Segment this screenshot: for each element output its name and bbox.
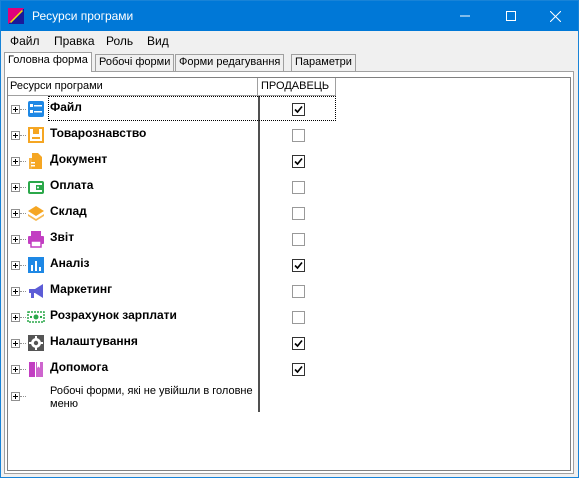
expand-toggle-icon[interactable] [11,339,20,348]
close-button[interactable] [532,1,578,31]
tree-row-label: Товарознавство [50,126,147,140]
permission-checkbox[interactable] [292,363,305,376]
tree-row[interactable]: Документ [8,148,408,174]
printer-icon [28,231,44,248]
tree-connector [20,161,26,162]
tab-strip: Головна форма Робочі форми Форми редагув… [1,51,578,72]
tree-connector [20,187,26,188]
tab-edit-forms[interactable]: Форми редагування [175,54,285,71]
app-window: Ресурси програми Файл Правка Роль Вид Го… [0,0,579,478]
maximize-icon [506,11,516,21]
tree-connector [20,239,26,240]
tree-row-label: Налаштування [50,334,138,348]
tree-connector [20,396,26,397]
tree-row[interactable]: Маркетинг [8,278,408,304]
wallet-icon [28,181,44,194]
permissions-grid[interactable]: Ресурси програми ПРОДАВЕЦЬ Файл Товарозна… [7,77,571,471]
tab-main-form[interactable]: Головна форма [4,52,92,72]
permission-checkbox[interactable] [292,207,305,220]
tab-work-forms[interactable]: Робочі форми [95,54,175,71]
app-logo-icon [8,8,24,24]
checkmark-icon [294,365,303,374]
tree-row[interactable]: Звіт [8,226,408,252]
tree-row-label: Робочі форми, які не увійшли в головне м… [50,385,253,410]
expand-toggle-icon[interactable] [11,365,20,374]
tab-parameters[interactable]: Параметри [291,54,356,71]
tree-connector [20,265,26,266]
document-icon [29,153,42,169]
title-bar[interactable]: Ресурси програми [1,1,578,31]
close-icon [549,10,561,22]
help-book-icon [29,362,43,377]
tree-row-label: Файл [50,100,82,114]
expand-toggle-icon[interactable] [11,392,20,401]
tree-row[interactable]: Налаштування [8,330,408,356]
gear-icon [28,335,44,351]
expand-toggle-icon[interactable] [11,287,20,296]
permission-checkbox[interactable] [292,285,305,298]
menu-file[interactable]: Файл [10,34,40,48]
expand-toggle-icon[interactable] [11,105,20,114]
tree-row-label: Розрахунок зарплати [50,308,177,322]
banknote-icon [27,311,45,323]
tree-row-label: Склад [50,204,87,218]
minimize-icon [460,15,470,17]
tree-row-label: Звіт [50,230,75,244]
tree-connector [20,213,26,214]
expand-toggle-icon[interactable] [11,235,20,244]
permission-checkbox[interactable] [292,311,305,324]
checkmark-icon [294,105,303,114]
column-header-role[interactable]: ПРОДАВЕЦЬ [258,78,336,96]
permission-checkbox[interactable] [292,155,305,168]
permission-checkbox[interactable] [292,259,305,272]
checkmark-icon [294,157,303,166]
tree-row-label: Допомога [50,360,109,374]
permission-checkbox[interactable] [292,129,305,142]
expand-toggle-icon[interactable] [11,261,20,270]
tree-connector [20,109,26,110]
warehouse-layers-icon [28,206,44,221]
menu-bar: Файл Правка Роль Вид [1,31,578,51]
tree-row[interactable]: Аналіз [8,252,408,278]
tree-row-label: Аналіз [50,256,90,270]
tree-connector [20,291,26,292]
bar-chart-icon [28,257,44,273]
goods-box-icon [28,127,44,143]
permission-checkbox[interactable] [292,103,305,116]
expand-toggle-icon[interactable] [11,157,20,166]
tree-row[interactable]: Допомога [8,356,408,382]
minimize-button[interactable] [442,1,488,31]
file-menu-icon [28,101,44,117]
menu-view[interactable]: Вид [147,34,169,48]
tree-row-label: Маркетинг [50,282,113,296]
tab-content: Ресурси програми ПРОДАВЕЦЬ Файл Товарозна… [4,71,574,474]
tree-row-label: Документ [50,152,108,166]
menu-edit[interactable]: Правка [54,34,95,48]
megaphone-icon [29,284,43,298]
checkmark-icon [294,339,303,348]
expand-toggle-icon[interactable] [11,313,20,322]
expand-toggle-icon[interactable] [11,209,20,218]
window-title: Ресурси програми [32,9,134,23]
permission-checkbox[interactable] [292,337,305,350]
menu-role[interactable]: Роль [106,34,133,48]
tree-connector [20,343,26,344]
tree-row[interactable]: Розрахунок зарплати [8,304,408,330]
tree-row[interactable]: Оплата [8,174,408,200]
tree-row-extra[interactable]: Робочі форми, які не увійшли в головне м… [8,382,408,418]
expand-toggle-icon[interactable] [11,131,20,140]
tree-row[interactable]: Склад [8,200,408,226]
tree-row-label: Оплата [50,178,94,192]
expand-toggle-icon[interactable] [11,183,20,192]
tree-connector [20,369,26,370]
column-header-resources[interactable]: Ресурси програми [8,78,258,96]
maximize-button[interactable] [488,1,534,31]
tree-row[interactable]: Товарознавство [8,122,408,148]
tree-row[interactable]: Файл [8,96,408,122]
tree-connector [20,317,26,318]
permission-checkbox[interactable] [292,233,305,246]
tree-connector [20,135,26,136]
checkmark-icon [294,261,303,270]
permission-checkbox[interactable] [292,181,305,194]
